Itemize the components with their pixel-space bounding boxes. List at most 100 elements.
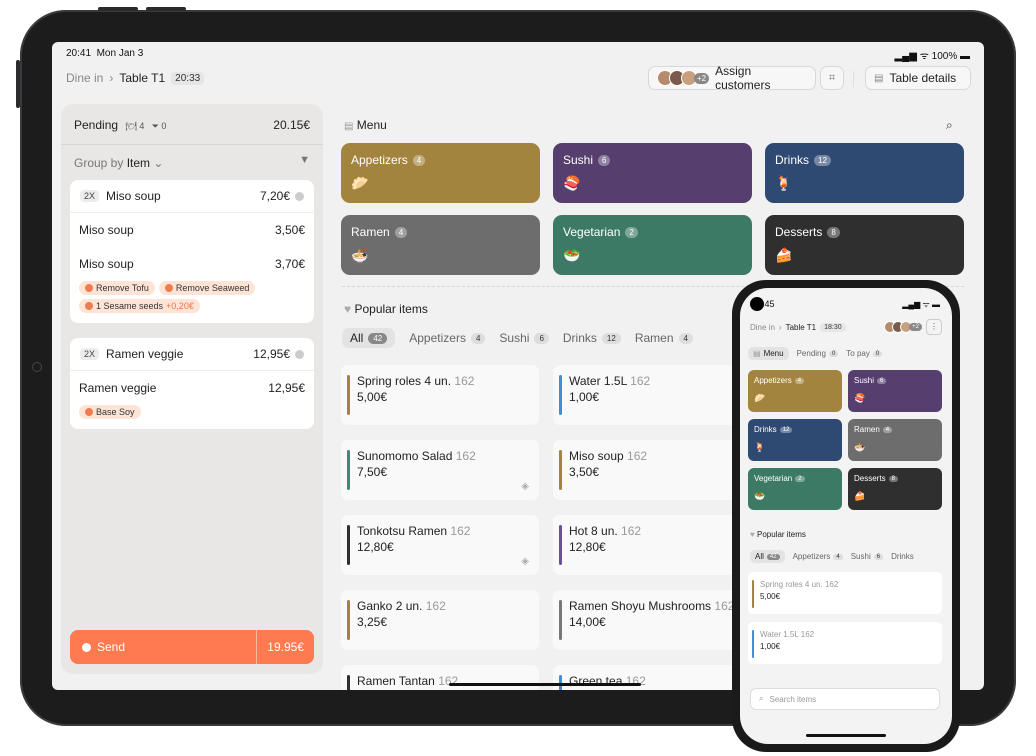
item-quantity: 2X (80, 348, 100, 360)
menu-item-card[interactable]: Ramen Tantan 162 (341, 665, 539, 690)
breadcrumb: Dine in › Table T1 20:33 (66, 71, 205, 85)
send-button[interactable]: Send 19.95€ (70, 630, 314, 664)
category-appetizers[interactable]: Appetizers 4 🥟 (341, 143, 540, 203)
plus-icon (85, 302, 93, 310)
menu-item-card[interactable]: Tonkotsu Ramen 162 12,80€ ◈ (341, 515, 539, 575)
modifier-tag[interactable]: Remove Seaweed (158, 281, 256, 295)
category-ramen[interactable]: Ramen 4 🍜 (848, 419, 942, 461)
breadcrumb-dine-in[interactable]: Dine in (750, 323, 775, 332)
dumpling-icon: 🥟 (754, 393, 766, 403)
send-label: Send (97, 640, 126, 654)
category-drinks[interactable]: Drinks 12 🍹 (748, 419, 842, 461)
home-indicator (806, 734, 886, 737)
modifier-tag[interactable]: Base Soy (79, 405, 141, 419)
category-ramen[interactable]: Ramen 4 🍜 (341, 215, 540, 275)
tab-drinks[interactable]: Drinks 12 (563, 331, 621, 345)
drink-icon: 🍹 (754, 442, 766, 452)
breadcrumb-dine-in[interactable]: Dine in (66, 71, 103, 85)
category-drinks[interactable]: Drinks 12 🍹 (765, 143, 964, 203)
divider (853, 71, 854, 87)
tab-all[interactable]: All 42 (750, 550, 785, 563)
tab-all[interactable]: All 42 (342, 328, 396, 348)
status-dot-icon (295, 191, 304, 201)
camera-icon (32, 362, 42, 372)
menu-item-card[interactable]: Ganko 2 un. 162 3,25€ (341, 590, 539, 650)
menu-item-card[interactable]: Miso soup 162 3,50€ (553, 440, 751, 500)
table-time: 20:33 (171, 71, 205, 85)
document-icon: ▤ (874, 72, 884, 84)
modifier-tag[interactable]: Remove Tofu (79, 281, 155, 295)
tab-pending[interactable]: Pending 0 (797, 349, 839, 358)
tab-ramen[interactable]: Ramen 4 (635, 331, 693, 345)
table-details-button[interactable]: ▤ Table details (865, 66, 971, 90)
category-sushi[interactable]: Sushi 6 🍣 (553, 143, 752, 203)
chevron-down-icon: ⌄ (153, 156, 164, 170)
item-name: Ramen veggie (106, 347, 184, 361)
order-item-card[interactable]: 2X Ramen veggie 12,95€ Ramen veggie 12,95… (70, 338, 314, 429)
customer-avatars[interactable]: +2 (884, 321, 922, 333)
tab-sushi[interactable]: Sushi 6 (499, 331, 549, 345)
status-dot-icon (295, 349, 304, 359)
status-icons: ▂▄▆ ᯤ 100% ▬ (894, 51, 970, 62)
category-vegetarian[interactable]: Vegetarian 2 🥗 (553, 215, 752, 275)
phone-tabs: ▤ Menu Pending 0 To pay 0 (748, 347, 883, 360)
breadcrumb-table: Table T1 (785, 323, 817, 332)
table-details-label: Table details (889, 71, 957, 85)
tablet-volume-button (98, 7, 138, 11)
order-panel: Pending 🍽 4 ⏷ 0 20.15€ Group by Item ⌄ ▼… (61, 104, 323, 674)
sushi-icon: 🍣 (563, 175, 581, 191)
breadcrumb-table: Table T1 (119, 71, 166, 85)
tablet-volume-button (146, 7, 186, 11)
menu-item-card[interactable]: Spring roles 4 un. 162 5,00€ (341, 365, 539, 425)
cake-icon: 🍰 (775, 247, 793, 263)
popular-tabs: All 42 Appetizers 4 Sushi 6 Drinks (750, 550, 914, 563)
order-item-header: 2X Miso soup 7,20€ (70, 180, 314, 213)
tab-appetizers[interactable]: Appetizers 4 (409, 331, 486, 345)
chevron-right-icon: › (109, 71, 114, 85)
popular-title: ♥ Popular items (344, 302, 428, 316)
home-indicator (449, 683, 641, 686)
menu-item-card[interactable]: Hot 8 un. 162 12,80€ (553, 515, 751, 575)
tab-sushi[interactable]: Sushi 6 (851, 552, 884, 561)
sushi-icon: 🍣 (854, 393, 866, 403)
search-icon[interactable]: ⌕ (946, 118, 953, 133)
breadcrumb: Dine in › Table T1 18:30 (750, 323, 846, 332)
filter-icon[interactable]: ▼ (299, 154, 310, 166)
menu-item-card[interactable]: Spring roles 4 un. 162 5,00€ (748, 572, 942, 614)
avatar-extra-count: +2 (694, 72, 710, 84)
drink-icon: 🍹 (775, 175, 793, 191)
order-line[interactable]: Ramen veggie 12,95€ (70, 371, 314, 405)
tab-to-pay[interactable]: To pay 0 (846, 349, 883, 358)
menu-item-card[interactable]: Green tea 162 (553, 665, 751, 690)
assign-customers-button[interactable]: +2 Assign customers (648, 64, 816, 92)
category-sushi[interactable]: Sushi 6 🍣 (848, 370, 942, 412)
category-desserts[interactable]: Desserts 8 🍰 (848, 468, 942, 510)
minus-icon (164, 284, 173, 292)
modifier-tag[interactable]: 1 Sesame seeds +0,20€ (79, 299, 200, 313)
group-by-select[interactable]: Group by Item ⌄ (74, 156, 163, 170)
tablet-power-button (16, 60, 20, 108)
menu-title: ▤ Menu (344, 118, 387, 132)
category-desserts[interactable]: Desserts 8 🍰 (765, 215, 964, 275)
covers-icon: 🍽 4 (125, 121, 145, 131)
scan-icon[interactable]: ⌗ (820, 66, 844, 90)
menu-item-card[interactable]: Sunomomo Salad 162 7,50€ ◈ (341, 440, 539, 500)
tab-appetizers[interactable]: Appetizers 4 (793, 552, 843, 561)
heart-icon: ♥ (344, 302, 352, 316)
item-price: 7,20€ (259, 189, 290, 203)
order-line[interactable]: Miso soup 3,50€ (70, 213, 314, 247)
menu-item-card[interactable]: Water 1.5L 162 1,00€ (748, 622, 942, 664)
tab-drinks[interactable]: Drinks (891, 552, 914, 561)
dumpling-icon: 🥟 (351, 175, 369, 191)
menu-item-card[interactable]: Water 1.5L 162 1,00€ (553, 365, 751, 425)
more-icon[interactable]: ⋮ (926, 319, 942, 335)
category-appetizers[interactable]: Appetizers 4 🥟 (748, 370, 842, 412)
tab-menu[interactable]: ▤ Menu (748, 347, 789, 360)
search-input[interactable]: ⌕ Search items (750, 688, 940, 710)
category-vegetarian[interactable]: Vegetarian 2 🥗 (748, 468, 842, 510)
order-line[interactable]: Miso soup 3,70€ (70, 247, 314, 281)
ramen-icon: 🍜 (854, 442, 866, 452)
send-amount: 19.95€ (256, 630, 314, 664)
status-icons: ▂▄▆ ᯤ ▬ (902, 300, 940, 309)
order-item-card[interactable]: 2X Miso soup 7,20€ Miso soup 3,50€ Miso s… (70, 180, 314, 323)
